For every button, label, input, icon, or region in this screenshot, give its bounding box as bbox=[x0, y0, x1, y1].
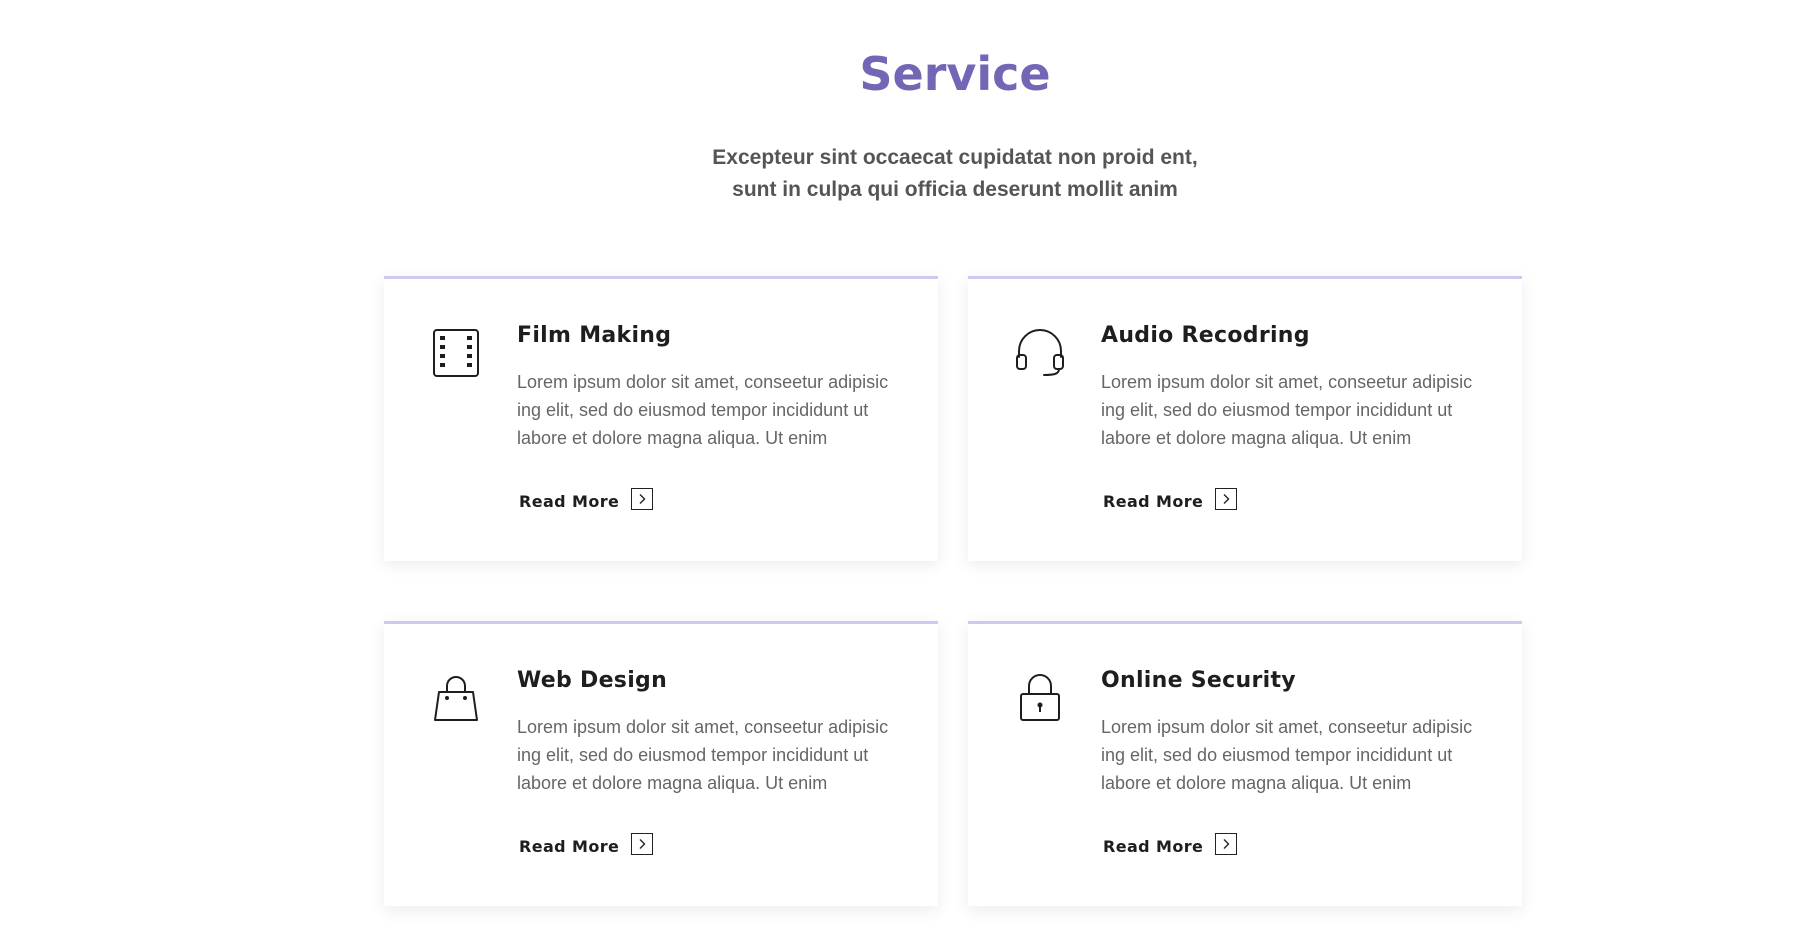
padlock-icon bbox=[1014, 672, 1066, 724]
read-more-label: Read More bbox=[1103, 491, 1204, 511]
read-more-label: Read More bbox=[1103, 836, 1204, 856]
service-card-online-security: Online Security Lorem ipsum dolor sit am… bbox=[968, 621, 1522, 906]
card-title: Web Design bbox=[517, 668, 668, 693]
card-text: Lorem ipsum dolor sit amet, conseetur ad… bbox=[517, 717, 889, 793]
read-more-link[interactable]: Read More bbox=[1103, 833, 1238, 857]
read-more-link[interactable]: Read More bbox=[519, 833, 654, 857]
read-more-link[interactable]: Read More bbox=[519, 488, 654, 512]
card-text: Lorem ipsum dolor sit amet, conseetur ad… bbox=[1101, 717, 1473, 793]
card-title: Audio Recodring bbox=[1101, 323, 1310, 348]
film-strip-icon bbox=[430, 327, 482, 379]
section-title: Service bbox=[859, 47, 1051, 101]
card-text: Lorem ipsum dolor sit amet, conseetur ad… bbox=[517, 372, 889, 448]
read-more-link[interactable]: Read More bbox=[1103, 488, 1238, 512]
card-title: Online Security bbox=[1101, 668, 1296, 693]
read-more-label: Read More bbox=[519, 491, 620, 511]
chevron-right-icon bbox=[1215, 833, 1238, 855]
service-card-web-design: Web Design Lorem ipsum dolor sit amet, c… bbox=[384, 621, 938, 906]
service-cards: Film Making Lorem ipsum dolor sit amet, … bbox=[384, 276, 1522, 906]
card-title: Film Making bbox=[517, 323, 672, 348]
chevron-right-icon bbox=[1215, 488, 1238, 510]
chevron-right-icon bbox=[631, 488, 654, 510]
card-text: Lorem ipsum dolor sit amet, conseetur ad… bbox=[1101, 372, 1473, 448]
headphones-icon bbox=[1014, 327, 1066, 379]
service-card-film-making: Film Making Lorem ipsum dolor sit amet, … bbox=[384, 276, 938, 561]
section-subtitle: Excepteur sint occaecat cupidatat non pr… bbox=[712, 146, 1198, 201]
read-more-label: Read More bbox=[519, 836, 620, 856]
service-card-audio-recording: Audio Recodring Lorem ipsum dolor sit am… bbox=[968, 276, 1522, 561]
chevron-right-icon bbox=[631, 833, 654, 855]
shopping-bag-icon bbox=[430, 672, 482, 724]
